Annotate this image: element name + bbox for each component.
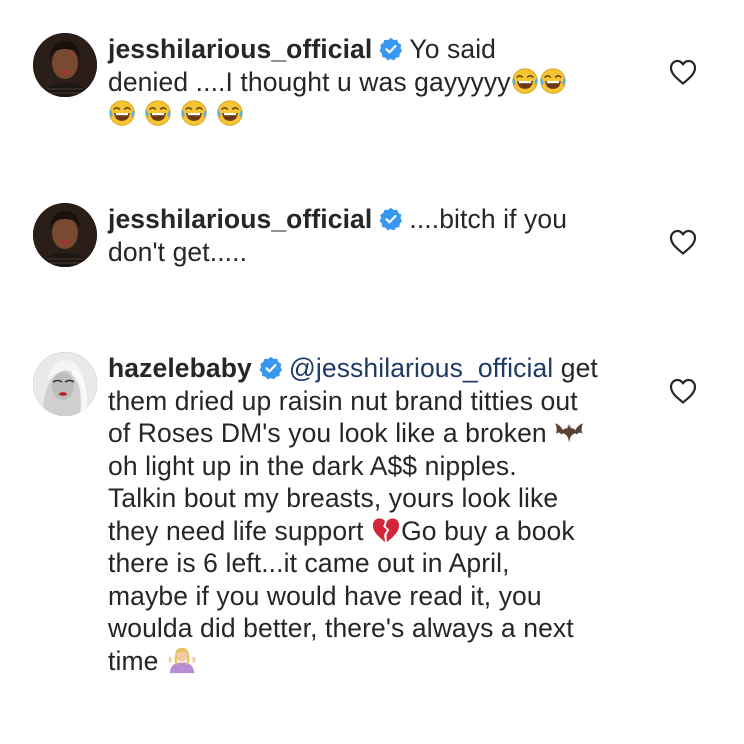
comment-line: of Roses DM's you look like a broken [108, 418, 547, 448]
heart-outline-icon[interactable] [669, 59, 697, 85]
comment-line: Talkin bout my breasts, yours look like [108, 483, 559, 513]
comment-username[interactable]: jesshilarious_official [108, 204, 372, 234]
heart-outline-icon[interactable] [669, 229, 697, 255]
verified-badge-icon [379, 207, 403, 231]
comment-body: Yo said [409, 34, 497, 64]
avatar[interactable] [33, 203, 97, 267]
broken-heart-emoji [371, 516, 401, 544]
comment-line: maybe if you would have read it, you [108, 580, 542, 611]
comment-line: they need life support [108, 515, 364, 546]
comment-body: ....bitch if you [409, 204, 568, 234]
comment-text: hazelebaby @jesshilarious_official get th… [108, 352, 628, 677]
comment-line: time [108, 645, 159, 676]
mention-link[interactable]: @jesshilarious_official [289, 353, 553, 383]
avatar-image [33, 203, 97, 267]
face-with-tears-of-joy-emoji [539, 67, 567, 95]
avatar-image [33, 33, 97, 97]
face-with-tears-of-joy-emoji [108, 99, 136, 127]
comment-username[interactable]: jesshilarious_official [108, 34, 372, 64]
comment-text: jesshilarious_official ....bitch if you d… [108, 203, 628, 268]
verified-badge-icon [379, 37, 403, 61]
verified-badge-icon [259, 356, 283, 380]
comment-line: there is 6 left...it came out in April, [108, 548, 510, 578]
comment-line: them dried up raisin nut brand titties o… [108, 385, 578, 416]
avatar[interactable] [33, 33, 97, 97]
face-with-tears-of-joy-emoji [216, 99, 244, 127]
face-with-tears-of-joy-emoji [180, 99, 208, 127]
bat-emoji [554, 418, 586, 446]
comment-line: Go buy a book [401, 515, 575, 546]
avatar[interactable] [33, 352, 97, 416]
comment-body: get [560, 353, 598, 383]
comment-line: oh light up in the dark A$$ nipples. [108, 450, 517, 481]
person-shrugging-emoji [166, 646, 198, 674]
avatar-image [33, 352, 97, 416]
comment-line: woulda did better, there's always a next [108, 613, 574, 643]
comment-username[interactable]: hazelebaby [108, 353, 252, 383]
comment-body: denied ....I thought u was gayyyyy [108, 66, 511, 97]
comment-body: don't get..... [108, 236, 248, 267]
face-with-tears-of-joy-emoji [144, 99, 172, 127]
comment-text: jesshilarious_official Yo said denied ...… [108, 33, 628, 131]
heart-outline-icon[interactable] [669, 378, 697, 404]
face-with-tears-of-joy-emoji [511, 67, 539, 95]
